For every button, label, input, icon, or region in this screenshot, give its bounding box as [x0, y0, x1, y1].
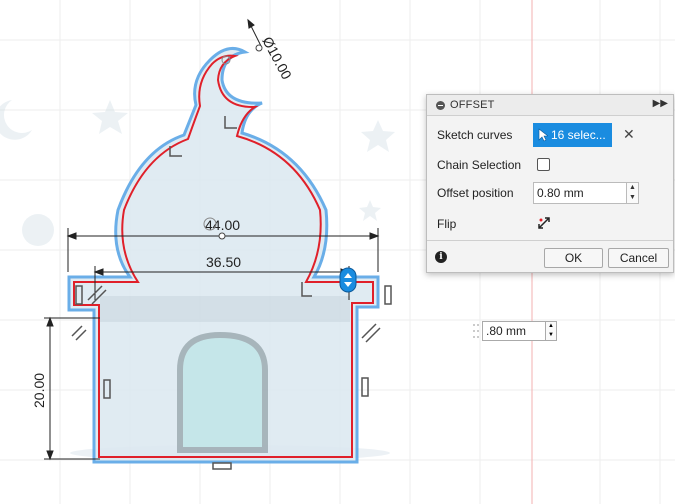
flip-label: Flip: [437, 217, 457, 231]
flip-row: Flip: [427, 212, 673, 236]
dimension-crescent-diameter[interactable]: [247, 18, 263, 49]
constraint-icon: [361, 323, 381, 343]
info-icon[interactable]: i: [435, 251, 447, 263]
door-arch: [177, 331, 268, 453]
offset-dialog[interactable]: OFFSET ▶▶ Sketch curves 16 selec... ✕ Ch…: [426, 94, 674, 273]
dim-inner-width-label[interactable]: 36.50: [206, 254, 241, 270]
dim-crescent-label[interactable]: Ø10.00: [259, 34, 295, 82]
dialog-header[interactable]: OFFSET ▶▶: [427, 95, 673, 116]
chain-selection-checkbox[interactable]: [537, 158, 550, 171]
constraint-icon: [212, 462, 232, 470]
offset-position-input[interactable]: 0.80 mm: [533, 182, 627, 204]
offset-position-row: Offset position 0.80 mm ▲ ▼: [427, 181, 673, 205]
offset-drag-handle[interactable]: [339, 267, 357, 293]
chain-selection-row: Chain Selection: [427, 153, 673, 177]
ok-button[interactable]: OK: [544, 248, 603, 268]
chain-selection-label: Chain Selection: [437, 158, 522, 172]
sketch-curves-selection-button[interactable]: 16 selec...: [533, 123, 612, 147]
dimension-height[interactable]: [44, 316, 100, 461]
drag-grip-icon[interactable]: [472, 321, 480, 341]
expand-icon[interactable]: ▶▶: [653, 98, 668, 109]
offset-position-label: Offset position: [437, 186, 514, 200]
flip-icon[interactable]: [537, 216, 551, 230]
cancel-button[interactable]: Cancel: [608, 248, 669, 268]
close-icon[interactable]: ✕: [623, 126, 635, 143]
roof-band: [100, 296, 350, 322]
cursor-icon: [538, 128, 548, 142]
dim-overall-width-label[interactable]: 44.00: [205, 217, 240, 233]
collapse-icon[interactable]: [436, 100, 445, 110]
constraint-icon: [361, 377, 369, 397]
dim-height-label[interactable]: 20.00: [31, 373, 47, 408]
crescent-handle[interactable]: [255, 44, 263, 52]
constraint-icon: [71, 325, 87, 341]
constraint-icon: [384, 285, 392, 305]
inline-offset-stepper[interactable]: ▲ ▼: [546, 321, 557, 341]
dim-point-handle[interactable]: [218, 232, 226, 240]
offset-position-stepper[interactable]: ▲ ▼: [627, 182, 639, 204]
dialog-title: OFFSET: [450, 99, 495, 111]
inline-offset-input[interactable]: .80 mm: [482, 321, 546, 341]
sketch-curves-label: Sketch curves: [437, 128, 513, 142]
sketch-curves-row: Sketch curves 16 selec... ✕: [427, 123, 673, 147]
dialog-footer: i OK Cancel: [427, 240, 673, 273]
sketch-curves-value: 16 selec...: [551, 128, 606, 142]
